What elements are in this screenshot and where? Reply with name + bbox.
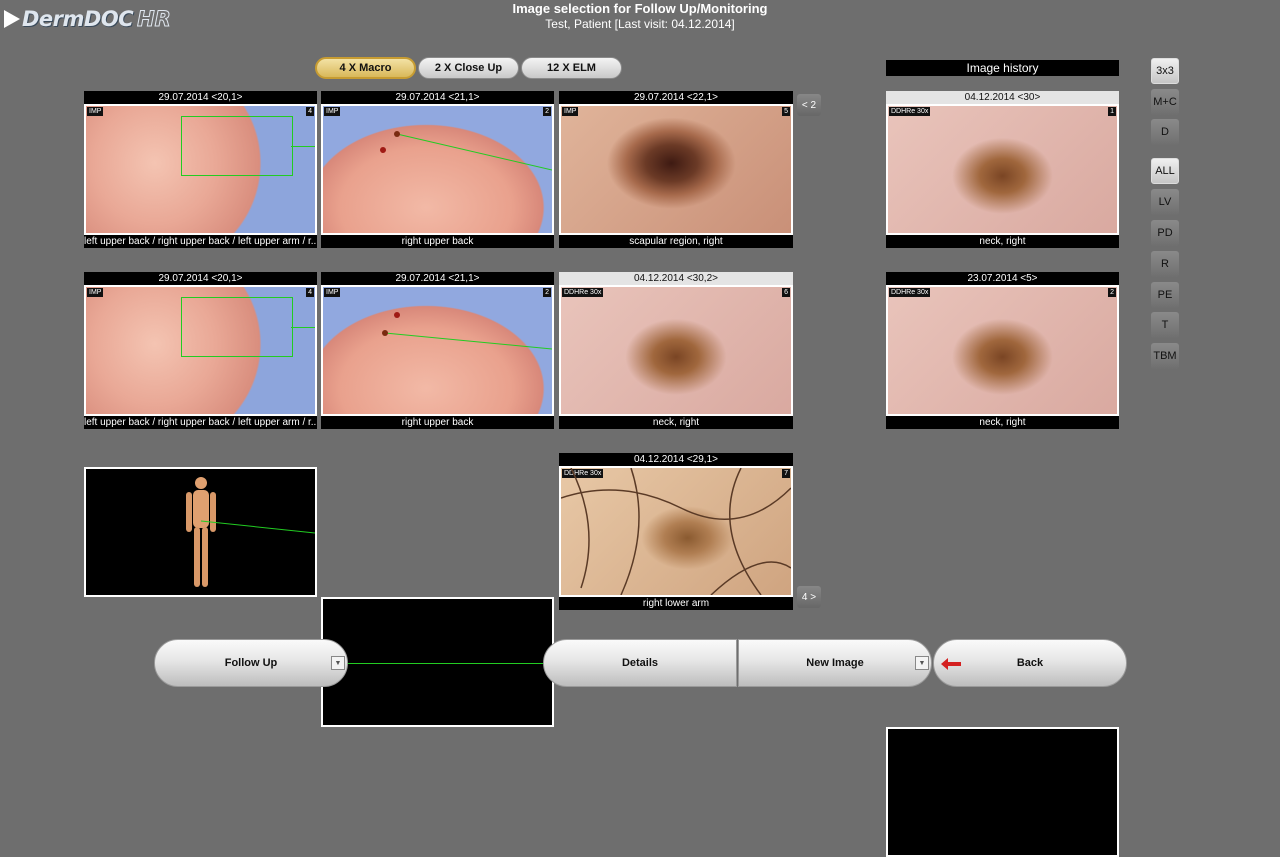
- follow-up-label: Follow Up: [224, 657, 278, 669]
- next-page-button[interactable]: 4 >: [797, 586, 821, 608]
- empty-slot[interactable]: [321, 597, 554, 727]
- image-tile[interactable]: 04.12.2014 <29,1> DDHRe 30x 7 right lowe…: [559, 453, 793, 610]
- page-title: Image selection for Follow Up/Monitoring: [512, 1, 768, 16]
- tile-caption: neck, right: [559, 416, 793, 429]
- tile-number: 2: [1108, 288, 1116, 297]
- marker-line: [380, 131, 552, 171]
- image-history-title: Image history: [886, 60, 1119, 76]
- follow-up-dropdown-icon[interactable]: ▼: [331, 656, 345, 670]
- tile-number: 4: [306, 107, 314, 116]
- thumbnail[interactable]: IMP 4: [84, 104, 317, 235]
- new-image-dropdown-icon[interactable]: ▼: [915, 656, 929, 670]
- tile-tag: IMP: [562, 107, 579, 116]
- new-image-label: New Image: [806, 657, 864, 669]
- filter-lv-button[interactable]: LV: [1151, 189, 1179, 215]
- tile-tag: IMP: [87, 288, 104, 297]
- tile-number: 1: [1108, 107, 1116, 116]
- tile-header: 23.07.2014 <5>: [886, 272, 1119, 285]
- tab-12x-elm[interactable]: 12 X ELM: [521, 57, 622, 79]
- tile-number: 5: [782, 107, 790, 116]
- tile-caption: neck, right: [886, 416, 1119, 429]
- tile-caption: right upper back: [321, 235, 554, 248]
- back-label: Back: [1016, 657, 1044, 669]
- filter-t-button[interactable]: T: [1151, 312, 1179, 338]
- image-tile[interactable]: 29.07.2014 <21,1> IMP 2 right upper back: [321, 272, 554, 429]
- prev-page-button[interactable]: < 2: [797, 94, 821, 116]
- history-tile[interactable]: 04.12.2014 <30> DDHRe 30x 1 neck, right: [886, 91, 1119, 248]
- body-map-thumbnail[interactable]: [84, 467, 317, 597]
- filter-pe-button[interactable]: PE: [1151, 282, 1179, 308]
- image-tile[interactable]: 29.07.2014 <21,1> IMP 2 right upper back: [321, 91, 554, 248]
- marker-line: [291, 327, 315, 328]
- tile-caption: left upper back / right upper back / lef…: [84, 235, 317, 248]
- tile-tag: DDHRe 30x: [889, 288, 931, 297]
- tile-header: 29.07.2014 <20,1>: [84, 91, 317, 104]
- tile-tag: IMP: [87, 107, 104, 116]
- tile-header: 29.07.2014 <21,1>: [321, 91, 554, 104]
- thumbnail[interactable]: IMP 5: [559, 104, 793, 235]
- history-tile[interactable]: 23.07.2014 <5> DDHRe 30x 2 neck, right: [886, 272, 1119, 429]
- tile-header: 29.07.2014 <21,1>: [321, 272, 554, 285]
- details-button[interactable]: Details: [543, 639, 737, 687]
- tile-header: 29.07.2014 <22,1>: [559, 91, 793, 104]
- new-image-button[interactable]: New Image ▼: [738, 639, 932, 687]
- tile-caption: scapular region, right: [559, 235, 793, 248]
- tile-number: 4: [306, 288, 314, 297]
- tile-header: 29.07.2014 <20,1>: [84, 272, 317, 285]
- patient-subtitle: Test, Patient [Last visit: 04.12.2014]: [545, 17, 735, 31]
- marker-line: [200, 520, 315, 534]
- thumbnail[interactable]: DDHRe 30x 1: [886, 104, 1119, 235]
- hair-overlay: [561, 468, 791, 595]
- tile-tag: DDHRe 30x: [889, 107, 931, 116]
- thumbnail[interactable]: DDHRe 30x 2: [886, 285, 1119, 416]
- thumbnail[interactable]: DDHRe 30x 7: [559, 466, 793, 597]
- layout-d-button[interactable]: D: [1151, 119, 1179, 145]
- tile-header: 04.12.2014 <30>: [886, 91, 1119, 104]
- thumbnail[interactable]: DDHRe 30x 6: [559, 285, 793, 416]
- follow-up-button[interactable]: Follow Up ▼: [154, 639, 348, 687]
- tile-caption: neck, right: [886, 235, 1119, 248]
- filter-pd-button[interactable]: PD: [1151, 220, 1179, 246]
- tab-4x-macro[interactable]: 4 X Macro: [315, 57, 416, 79]
- filter-tbm-button[interactable]: TBM: [1151, 343, 1179, 369]
- image-tile[interactable]: 04.12.2014 <30,2> DDHRe 30x 6 neck, righ…: [559, 272, 793, 429]
- tile-header: 04.12.2014 <29,1>: [559, 453, 793, 466]
- thumbnail[interactable]: IMP 2: [321, 104, 554, 235]
- thumbnail[interactable]: IMP 4: [84, 285, 317, 416]
- selection-box: [181, 297, 293, 357]
- tile-caption: right lower arm: [559, 597, 793, 610]
- tab-2x-close-up[interactable]: 2 X Close Up: [418, 57, 519, 79]
- tile-caption: right upper back: [321, 416, 554, 429]
- marker-line: [291, 146, 315, 147]
- image-tile[interactable]: 29.07.2014 <22,1> IMP 5 scapular region,…: [559, 91, 793, 248]
- image-tile[interactable]: 29.07.2014 <20,1> IMP 4 left upper back …: [84, 272, 317, 429]
- thumbnail[interactable]: IMP 2: [321, 285, 554, 416]
- tile-tag: DDHRe 30x: [562, 288, 604, 297]
- filter-all-button[interactable]: ALL: [1151, 158, 1179, 184]
- tile-number: 6: [782, 288, 790, 297]
- layout-3x3-button[interactable]: 3x3: [1151, 58, 1179, 84]
- layout-mc-button[interactable]: M+C: [1151, 89, 1179, 115]
- tile-header: 04.12.2014 <30,2>: [559, 272, 793, 285]
- marker-line: [323, 663, 552, 664]
- selection-box: [181, 116, 293, 176]
- empty-history-slot[interactable]: [886, 727, 1119, 857]
- filter-r-button[interactable]: R: [1151, 251, 1179, 277]
- back-arrow-icon: [941, 658, 961, 670]
- tile-caption: left upper back / right upper back / lef…: [84, 416, 317, 429]
- marker-line: [382, 312, 552, 350]
- back-button[interactable]: Back: [933, 639, 1127, 687]
- image-tile[interactable]: 29.07.2014 <20,1> IMP 4 left upper back …: [84, 91, 317, 248]
